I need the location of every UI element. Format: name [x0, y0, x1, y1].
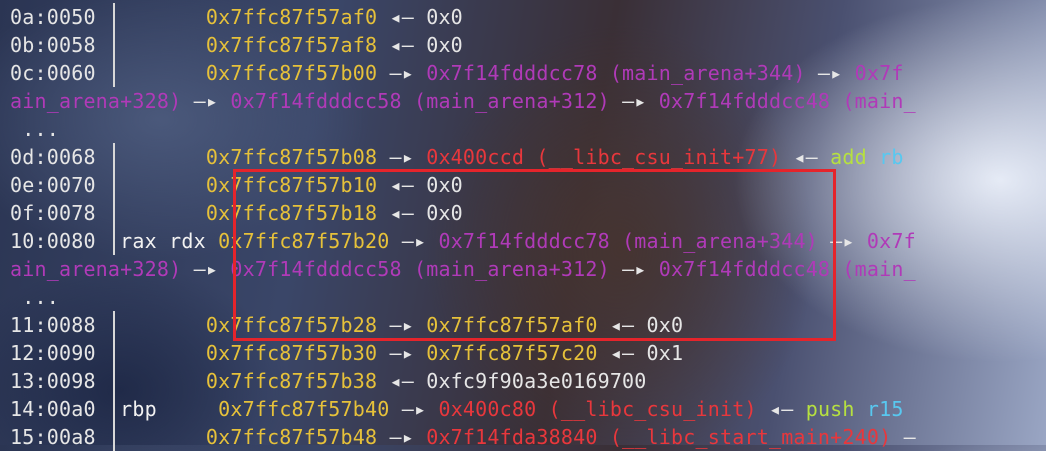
column-separator	[113, 3, 115, 31]
line-segment-heap: ain_arena+328)	[10, 89, 182, 113]
line-segment-code: 0x7f14fda38840 (__libc_start_main+240)	[426, 425, 892, 449]
line-segment-stk: 0x7ffc87f57b08	[205, 145, 378, 169]
terminal-line: ...	[10, 115, 59, 143]
line-segment-stk: 0x7ffc87f57b40	[218, 397, 390, 421]
line-segment-off: 10:0080	[10, 229, 96, 253]
line-segment-heap: 0x7f14fdddcc78 (main_arena+344)	[426, 61, 806, 85]
terminal-line: ...	[10, 283, 59, 311]
column-separator	[113, 395, 115, 423]
line-segment-stk: 0x7ffc87f57b48	[205, 425, 378, 449]
line-segment-off: 15:00a8	[10, 425, 96, 449]
line-segment-arr: ◂—	[597, 341, 647, 365]
column-separator	[113, 59, 115, 87]
line-segment-heap: 0x7f	[866, 229, 916, 253]
terminal-line: 14:00a0 rbp 0x7ffc87f57b40 —▸ 0x400c80 (…	[10, 395, 904, 423]
column-separator	[113, 171, 115, 199]
column-separator	[113, 199, 115, 227]
line-segment-val: 0x0	[426, 33, 463, 57]
line-segment-off: 0d:0068	[10, 145, 96, 169]
line-segment-ins: add	[830, 145, 867, 169]
line-segment-val: 0x0	[426, 5, 463, 29]
line-segment-heap: 0x7f14fdddcc58 (main_arena+312)	[230, 89, 610, 113]
line-segment-heap: 0x7f14fdddcc48 (main_	[658, 89, 916, 113]
line-segment-stk: 0x7ffc87f57b38	[205, 369, 378, 393]
terminal-line: 0b:0058 0x7ffc87f57af8 ◂— 0x0	[10, 31, 463, 59]
line-segment-arr: ◂—	[756, 397, 806, 421]
line-segment-off: 0a:0050	[10, 5, 96, 29]
terminal-line: ain_arena+328) —▸ 0x7f14fdddcc58 (main_a…	[10, 87, 916, 115]
line-segment-op: rb	[866, 145, 904, 169]
line-segment-val: ...	[10, 285, 59, 309]
line-segment-off: 0f:0078	[10, 201, 96, 225]
line-segment-val: ...	[10, 117, 59, 141]
line-segment-arr: —▸	[609, 89, 659, 113]
line-segment-arr: —▸	[181, 89, 231, 113]
line-segment-off: 12:0090	[10, 341, 96, 365]
line-segment-stk: 0x7ffc87f57b00	[205, 61, 378, 85]
line-segment-off: 0b:0058	[10, 33, 96, 57]
column-separator	[113, 311, 115, 339]
line-segment-arr: —	[891, 425, 916, 449]
line-segment-val: 0xfc9f90a3e0169700	[426, 369, 647, 393]
line-segment-arr: —▸	[377, 425, 427, 449]
line-segment-arr: ◂—	[377, 5, 427, 29]
line-segment-off: 14:00a0	[10, 397, 96, 421]
column-separator	[113, 227, 115, 255]
column-separator	[113, 31, 115, 59]
line-segment-code: 0x400ccd (__libc_csu_init+77)	[426, 145, 782, 169]
line-segment-arr: ◂—	[781, 145, 831, 169]
terminal-line: 0d:0068 0x7ffc87f57b08 —▸ 0x400ccd (__li…	[10, 143, 904, 171]
line-segment-arr: —▸	[377, 61, 427, 85]
line-segment-arr: —▸	[377, 145, 427, 169]
highlight-annotation-box	[233, 169, 836, 341]
line-segment-off: 11:0088	[10, 313, 96, 337]
line-segment-arr: —▸	[389, 397, 439, 421]
line-segment-stk: 0x7ffc87f57af0	[205, 5, 378, 29]
line-segment-ins: push	[805, 397, 855, 421]
line-segment-arr: ◂—	[377, 33, 427, 57]
line-segment-heap: ain_arena+328)	[10, 257, 182, 281]
line-segment-off: 13:0098	[10, 369, 96, 393]
line-segment-arr: ◂—	[377, 369, 427, 393]
column-separator	[113, 367, 115, 395]
terminal-line: 0a:0050 0x7ffc87f57af0 ◂— 0x0	[10, 3, 463, 31]
line-segment-op: r15	[854, 397, 904, 421]
terminal-line: 12:0090 0x7ffc87f57b30 —▸ 0x7ffc87f57c20…	[10, 339, 683, 367]
terminal-line: 15:00a8 0x7ffc87f57b48 —▸ 0x7f14fda38840…	[10, 423, 916, 451]
line-segment-val: 0x1	[646, 341, 684, 365]
terminal-line: 0c:0060 0x7ffc87f57b00 —▸ 0x7f14fdddcc78…	[10, 59, 904, 87]
column-separator	[113, 423, 115, 451]
line-segment-arr: —▸	[377, 341, 427, 365]
line-segment-off: 0e:0070	[10, 173, 96, 197]
line-segment-arr: —▸	[181, 257, 231, 281]
line-segment-off: 0c:0060	[10, 61, 96, 85]
line-segment-stk: 0x7ffc87f57af8	[205, 33, 378, 57]
line-segment-arr: —▸	[805, 61, 855, 85]
column-separator	[113, 143, 115, 171]
terminal-line: 13:0098 0x7ffc87f57b38 ◂— 0xfc9f90a3e016…	[10, 367, 647, 395]
line-segment-heap: 0x7f	[854, 61, 904, 85]
line-segment-stk: 0x7ffc87f57c20	[426, 341, 598, 365]
line-segment-stk: 0x7ffc87f57b30	[205, 341, 378, 365]
line-segment-code: 0x400c80 (__libc_csu_init)	[438, 397, 757, 421]
column-separator	[113, 339, 115, 367]
